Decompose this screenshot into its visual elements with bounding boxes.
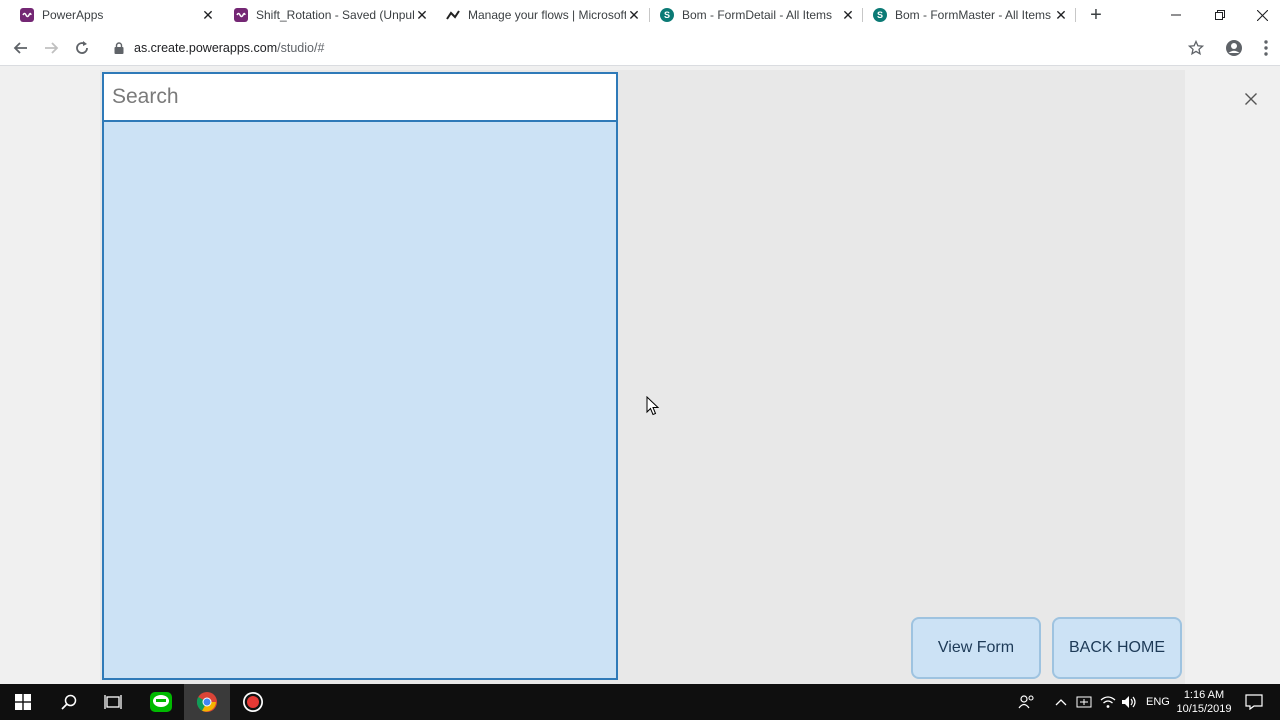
tab-close-icon[interactable]: ✕ [626, 7, 642, 24]
url-path: /studio/# [277, 41, 325, 55]
address-bar[interactable]: as.create.powerapps.com /studio/# [104, 34, 1214, 62]
taskbar-search-icon[interactable] [46, 684, 92, 720]
tab-title: PowerApps [42, 8, 104, 22]
flow-icon [446, 8, 460, 22]
browser-tab-strip: PowerApps ✕ Shift_Rotation - Saved (Unpu… [0, 0, 1280, 30]
mouse-pointer-icon [646, 395, 660, 416]
reload-icon[interactable] [70, 36, 94, 60]
restore-icon[interactable] [1198, 0, 1242, 30]
line-app-icon[interactable] [138, 684, 184, 720]
new-tab-button[interactable]: + [1086, 4, 1106, 26]
tab-separator [1075, 8, 1076, 22]
powerapps-icon [234, 8, 248, 22]
url-host: as.create.powerapps.com [134, 41, 278, 55]
search-box[interactable] [102, 72, 618, 122]
task-view-icon[interactable] [90, 684, 136, 720]
windows-taskbar: ENG 1:16 AM 10/15/2019 [0, 684, 1280, 720]
chrome-app-icon[interactable] [184, 684, 230, 720]
record-gallery[interactable] [102, 121, 618, 680]
menu-kebab-icon[interactable] [1254, 36, 1278, 60]
minimize-icon[interactable] [1154, 0, 1198, 30]
system-clock[interactable]: 1:16 AM 10/15/2019 [1170, 688, 1238, 716]
sharepoint-icon: S [873, 8, 887, 22]
tab-bom-formdetail[interactable]: S Bom - FormDetail - All Items ✕ [650, 0, 862, 30]
browser-toolbar: as.create.powerapps.com /studio/# [0, 30, 1280, 66]
back-home-button[interactable]: BACK HOME [1052, 617, 1182, 679]
tab-title: Shift_Rotation - Saved (Unpubl [256, 8, 414, 22]
powerapps-icon [20, 8, 34, 22]
clock-time: 1:16 AM [1183, 689, 1225, 701]
search-input[interactable] [112, 74, 616, 120]
tab-shift-rotation[interactable]: Shift_Rotation - Saved (Unpubl ✕ [222, 0, 436, 30]
close-window-icon[interactable] [1240, 0, 1280, 30]
volume-icon[interactable] [1121, 684, 1137, 720]
input-method-icon[interactable] [1076, 684, 1092, 720]
back-arrow-icon[interactable] [9, 36, 33, 60]
language-indicator[interactable]: ENG [1146, 684, 1170, 720]
wifi-icon[interactable] [1100, 684, 1116, 720]
close-preview-icon[interactable] [1240, 88, 1262, 110]
tab-powerapps[interactable]: PowerApps ✕ [0, 0, 222, 30]
tab-close-icon[interactable]: ✕ [414, 7, 430, 24]
bookmark-star-icon[interactable] [1184, 36, 1208, 60]
tab-manage-flows[interactable]: Manage your flows | Microsoft ✕ [436, 0, 648, 30]
sharepoint-icon: S [660, 8, 674, 22]
tab-bom-formmaster[interactable]: S Bom - FormMaster - All Items ✕ [863, 0, 1075, 30]
screen-recorder-icon[interactable] [230, 684, 276, 720]
tab-title: Manage your flows | Microsoft [468, 8, 626, 22]
tab-close-icon[interactable]: ✕ [840, 7, 856, 24]
clock-date: 10/15/2019 [1176, 703, 1232, 715]
tab-close-icon[interactable]: ✕ [200, 7, 216, 24]
tab-close-icon[interactable]: ✕ [1053, 7, 1069, 24]
people-icon[interactable] [1018, 684, 1036, 720]
tab-title: Bom - FormDetail - All Items [682, 8, 833, 22]
notification-icon[interactable] [1245, 684, 1263, 720]
lock-icon [114, 41, 126, 55]
windows-start-icon[interactable] [0, 684, 46, 720]
forward-arrow-icon[interactable] [39, 36, 63, 60]
tab-title: Bom - FormMaster - All Items [895, 8, 1052, 22]
view-form-button[interactable]: View Form [911, 617, 1041, 679]
chevron-up-icon[interactable] [1055, 684, 1067, 720]
profile-avatar-icon[interactable] [1222, 36, 1246, 60]
